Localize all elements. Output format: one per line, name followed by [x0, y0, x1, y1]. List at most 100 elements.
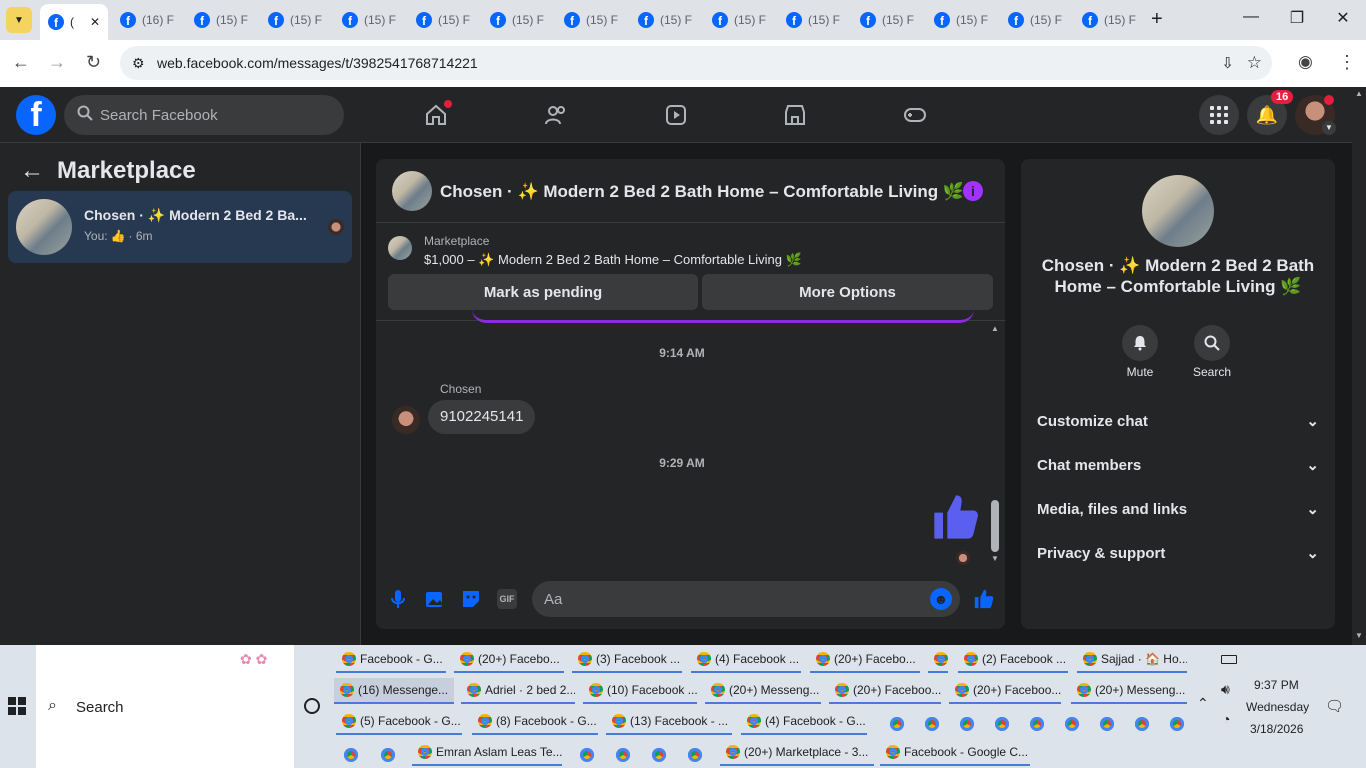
- chrome-icon[interactable]: [925, 717, 939, 731]
- taskbar-chrome-window[interactable]: [928, 647, 948, 673]
- notifications-button[interactable]: 🔔 16: [1247, 90, 1294, 135]
- taskbar-chrome-window[interactable]: (20+) Faceboo...: [829, 678, 941, 704]
- start-button[interactable]: [8, 697, 26, 720]
- chrome-icon[interactable]: [1100, 717, 1114, 731]
- taskbar-chrome-window[interactable]: (13) Facebook - ...: [606, 709, 732, 735]
- message-bubble[interactable]: 9102245141: [428, 400, 536, 434]
- taskbar-chrome-window[interactable]: Emran Aslam Leas Te...: [412, 740, 562, 766]
- taskbar-chrome-window[interactable]: (2) Facebook ...: [958, 647, 1068, 673]
- sender-avatar[interactable]: [392, 406, 420, 434]
- chrome-icon[interactable]: [960, 717, 974, 731]
- taskbar-chrome-window[interactable]: (3) Facebook ...: [572, 647, 682, 673]
- taskbar-chrome-window[interactable]: (5) Facebook - G...: [336, 709, 462, 735]
- photo-icon[interactable]: [425, 589, 445, 614]
- listing-thumbnail-small[interactable]: [388, 236, 412, 260]
- chrome-icon[interactable]: [344, 748, 358, 762]
- taskbar-chrome-window[interactable]: (10) Facebook ...: [583, 678, 697, 704]
- chat-header-thumbnail[interactable]: [392, 171, 432, 211]
- clock-date[interactable]: 3/18/2026: [1250, 722, 1303, 736]
- taskbar-chrome-window[interactable]: (20+) Marketplace - 3...: [720, 740, 874, 766]
- chrome-icon[interactable]: [580, 748, 594, 762]
- emoji-icon[interactable]: ☻: [930, 588, 952, 610]
- sent-like-icon[interactable]: [930, 491, 982, 548]
- url-field[interactable]: ⚙ web.facebook.com/messages/t/3982541768…: [120, 46, 1272, 80]
- reload-icon[interactable]: ↻: [86, 52, 101, 73]
- send-like-button[interactable]: [973, 588, 995, 615]
- clock-day[interactable]: Wednesday: [1246, 700, 1309, 714]
- conversation-item[interactable]: Chosen · ✨ Modern 2 Bed 2 Ba... You: 👍 ·…: [8, 191, 352, 263]
- browser-tab[interactable]: f (15) F: [926, 5, 998, 35]
- tab-search-dropdown[interactable]: ▼: [6, 7, 32, 33]
- browser-tab[interactable]: f (15) F: [334, 5, 406, 35]
- gaming-icon[interactable]: [903, 103, 927, 127]
- browser-tab[interactable]: f (15) F: [704, 5, 776, 35]
- chat-members-section[interactable]: Chat members ⌄: [1037, 443, 1319, 487]
- privacy-support-section[interactable]: Privacy & support ⌄: [1037, 531, 1319, 575]
- message-input[interactable]: Aa ☻: [532, 581, 960, 617]
- listing-title[interactable]: $1,000 – ✨ Modern 2 Bed 2 Bath Home – Co…: [424, 252, 802, 268]
- scrollbar[interactable]: ▲ ▼: [988, 322, 1002, 567]
- browser-tab[interactable]: f (15) F: [186, 5, 258, 35]
- microphone-icon[interactable]: [390, 589, 406, 614]
- restore-icon[interactable]: ❐: [1274, 8, 1320, 28]
- taskbar-chrome-window[interactable]: (4) Facebook - G...: [741, 709, 867, 735]
- clock-time[interactable]: 9:37 PM: [1254, 678, 1299, 692]
- notification-center-icon[interactable]: 🗨︎: [1325, 697, 1344, 715]
- install-icon[interactable]: ⇩: [1221, 54, 1234, 72]
- chat-header-title[interactable]: Chosen · ✨ Modern 2 Bed 2 Bath Home – Co…: [440, 182, 964, 202]
- chrome-icon[interactable]: [1170, 717, 1184, 731]
- browser-tab[interactable]: f (✕: [40, 4, 108, 40]
- forward-icon[interactable]: →: [48, 52, 66, 73]
- chrome-icon[interactable]: [616, 748, 630, 762]
- taskbar-search-box[interactable]: ⌕ Search ✿ ✿: [36, 645, 294, 768]
- video-icon[interactable]: [664, 103, 688, 127]
- search-facebook-input[interactable]: Search Facebook: [64, 95, 344, 135]
- menu-icon[interactable]: ⋮: [1338, 52, 1356, 73]
- browser-tab[interactable]: f (15) F: [1074, 5, 1146, 35]
- show-hidden-icons[interactable]: ⌃: [1197, 695, 1209, 712]
- chrome-icon[interactable]: [688, 748, 702, 762]
- mark-as-pending-button[interactable]: Mark as pending: [388, 274, 698, 310]
- info-listing-photo[interactable]: [1142, 175, 1214, 247]
- browser-tab[interactable]: f (15) F: [778, 5, 850, 35]
- taskbar-chrome-window[interactable]: Facebook - G...: [336, 647, 446, 673]
- taskbar-chrome-window[interactable]: (16) Messenge...: [334, 678, 454, 704]
- browser-tab[interactable]: f (15) F: [482, 5, 554, 35]
- site-settings-icon[interactable]: ⚙: [132, 55, 145, 72]
- battery-icon[interactable]: [1221, 655, 1237, 664]
- wifi-icon[interactable]: ◔: [1222, 711, 1230, 727]
- page-scrollbar[interactable]: ▲ ▼: [1352, 87, 1366, 645]
- taskbar-chrome-window[interactable]: (4) Facebook ...: [691, 647, 801, 673]
- browser-tab[interactable]: f (16) F: [112, 5, 184, 35]
- browser-tab[interactable]: f (15) F: [630, 5, 702, 35]
- account-avatar[interactable]: ▼: [1295, 95, 1336, 135]
- gif-icon[interactable]: GIF: [497, 589, 517, 609]
- taskbar-chrome-window[interactable]: (20+) Messeng...: [705, 678, 821, 704]
- back-icon[interactable]: ←: [12, 52, 30, 73]
- browser-tab[interactable]: f (15) F: [1000, 5, 1072, 35]
- friends-icon[interactable]: [544, 103, 568, 127]
- taskbar-chrome-window[interactable]: (20+) Facebo...: [454, 647, 564, 673]
- bookmark-star-icon[interactable]: ☆: [1247, 53, 1262, 73]
- browser-tab[interactable]: f (15) F: [556, 5, 628, 35]
- browser-tab[interactable]: f (15) F: [260, 5, 332, 35]
- media-files-links-section[interactable]: Media, files and links ⌄: [1037, 487, 1319, 531]
- browser-tab[interactable]: f (15) F: [408, 5, 480, 35]
- taskbar-chrome-window[interactable]: Adriel · 2 bed 2...: [461, 678, 575, 704]
- chrome-icon[interactable]: [995, 717, 1009, 731]
- home-icon[interactable]: [424, 100, 452, 127]
- search-chat-button[interactable]: Search: [1192, 325, 1232, 379]
- close-window-icon[interactable]: ✕: [1320, 8, 1366, 28]
- mute-button[interactable]: Mute: [1121, 325, 1159, 379]
- chrome-icon[interactable]: [1030, 717, 1044, 731]
- chrome-icon[interactable]: [1065, 717, 1079, 731]
- back-arrow-icon[interactable]: ←: [20, 157, 44, 185]
- browser-tab[interactable]: f (15) F: [852, 5, 924, 35]
- more-options-button[interactable]: More Options: [702, 274, 993, 310]
- taskbar-chrome-window[interactable]: Facebook - Google C...: [880, 740, 1030, 766]
- profile-icon[interactable]: ◉: [1298, 52, 1313, 72]
- volume-icon[interactable]: 🔊︎: [1221, 681, 1230, 698]
- close-tab-icon[interactable]: ✕: [90, 15, 100, 29]
- chrome-icon[interactable]: [890, 717, 904, 731]
- new-tab-button[interactable]: +: [1151, 8, 1163, 31]
